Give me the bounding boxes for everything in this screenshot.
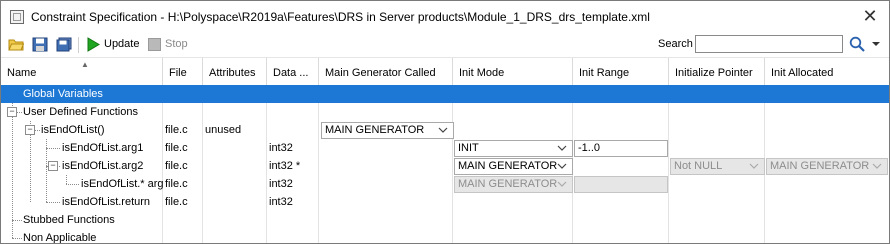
collapse-toggle-icon[interactable]: − (7, 107, 17, 117)
tree-row-isendoflist-arg1[interactable]: isEndOfList.arg1 file.c int32 INIT -1..0 (1, 139, 889, 157)
column-header-init-allocated[interactable]: Init Allocated (765, 58, 889, 86)
dropdown-value: MAIN GENERATOR (325, 124, 425, 136)
row-attributes: unused (205, 124, 242, 136)
row-name: Non Applicable (23, 232, 97, 244)
chevron-down-icon (438, 127, 448, 133)
update-button[interactable]: Update (104, 38, 139, 50)
column-header-init-range[interactable]: Init Range (573, 58, 669, 86)
row-name: User Defined Functions (23, 106, 138, 118)
toolbar-separator (78, 37, 79, 53)
chevron-down-icon (557, 145, 567, 151)
title-bar: Constraint Specification - H:\Polyspace\… (1, 1, 889, 33)
tree-row-isendoflist[interactable]: − isEndOfList() file.c unused MAIN GENER… (1, 121, 889, 139)
column-header-initialize-pointer[interactable]: Initialize Pointer (669, 58, 765, 86)
chevron-down-icon (749, 163, 759, 169)
dropdown-value: MAIN GENERATOR (458, 178, 558, 190)
tree-row-global-variables[interactable]: Global Variables (1, 85, 889, 103)
row-file: file.c (165, 160, 188, 172)
row-name: Global Variables (23, 88, 103, 100)
stop-icon[interactable] (147, 37, 163, 52)
search-options-arrow-icon[interactable] (871, 39, 881, 49)
initialize-pointer-dropdown[interactable]: Not NULL (670, 158, 765, 175)
init-range-field[interactable] (574, 176, 668, 193)
init-mode-dropdown[interactable]: MAIN GENERATOR (454, 176, 573, 193)
toolbar: Update Stop Search (1, 33, 889, 57)
close-button[interactable]: ✕ (855, 1, 885, 31)
dropdown-value: MAIN GENERATOR (458, 160, 558, 172)
window-app-icon (10, 10, 24, 24)
stop-button[interactable]: Stop (165, 38, 188, 50)
init-allocated-dropdown[interactable]: MAIN GENERATOR (766, 158, 888, 175)
tree-row-isendoflist-return[interactable]: isEndOfList.return file.c int32 (1, 193, 889, 211)
column-header-name[interactable]: ▲ Name (1, 58, 163, 86)
row-name: isEndOfList() (41, 124, 105, 136)
open-folder-icon[interactable] (8, 37, 24, 52)
search-label: Search (658, 38, 693, 50)
row-name: Stubbed Functions (23, 214, 115, 226)
main-generator-called-dropdown[interactable]: MAIN GENERATOR (321, 122, 454, 139)
row-name: isEndOfList.arg2 (62, 160, 144, 172)
row-name: isEndOfList.* arg (81, 178, 164, 190)
save-icon[interactable] (32, 37, 48, 52)
init-mode-dropdown[interactable]: MAIN GENERATOR (454, 158, 573, 175)
row-data-type: int32 (269, 178, 293, 190)
tree-row-stubbed-functions[interactable]: Stubbed Functions (1, 211, 889, 229)
column-header-file[interactable]: File (163, 58, 203, 86)
dropdown-value: Not NULL (674, 160, 723, 172)
collapse-toggle-icon[interactable]: − (25, 125, 35, 135)
play-icon[interactable] (85, 37, 101, 52)
row-file: file.c (165, 124, 188, 136)
column-header-data-type[interactable]: Data ... (267, 58, 319, 86)
row-file: file.c (165, 178, 188, 190)
tree-row-isendoflist-arg2[interactable]: − isEndOfList.arg2 file.c int32 * MAIN G… (1, 157, 889, 175)
row-data-type: int32 (269, 142, 293, 154)
search-icon[interactable] (849, 36, 865, 52)
collapse-toggle-icon[interactable]: − (48, 161, 58, 171)
column-header-main-generator-called[interactable]: Main Generator Called (319, 58, 453, 86)
constraint-specification-window: Constraint Specification - H:\Polyspace\… (0, 0, 890, 244)
column-header-init-mode[interactable]: Init Mode (453, 58, 573, 86)
dropdown-value: INIT (458, 142, 479, 154)
chevron-down-icon (557, 181, 567, 187)
row-name: isEndOfList.arg1 (62, 142, 144, 154)
row-data-type: int32 * (269, 160, 301, 172)
row-file: file.c (165, 196, 188, 208)
chevron-down-icon (872, 163, 882, 169)
tree-table-body: Global Variables − User Defined Function… (1, 85, 889, 243)
row-file: file.c (165, 142, 188, 154)
chevron-down-icon (557, 163, 567, 169)
window-title: Constraint Specification - H:\Polyspace\… (31, 10, 650, 24)
table-header: ▲ Name File Attributes Data ... Main Gen… (1, 57, 889, 87)
tree-row-isendoflist-pointer-arg[interactable]: isEndOfList.* arg file.c int32 MAIN GENE… (1, 175, 889, 193)
sort-ascending-icon: ▲ (81, 60, 89, 69)
save-as-icon[interactable] (56, 37, 72, 52)
row-data-type: int32 (269, 196, 293, 208)
tree-row-non-applicable[interactable]: Non Applicable (1, 229, 889, 244)
dropdown-value: MAIN GENERATOR (770, 160, 870, 172)
tree-row-user-defined-functions[interactable]: − User Defined Functions (1, 103, 889, 121)
init-mode-dropdown[interactable]: INIT (454, 140, 573, 157)
search-input[interactable] (695, 35, 843, 53)
init-range-field[interactable]: -1..0 (574, 140, 668, 157)
column-header-attributes[interactable]: Attributes (203, 58, 267, 86)
row-name: isEndOfList.return (62, 196, 151, 208)
